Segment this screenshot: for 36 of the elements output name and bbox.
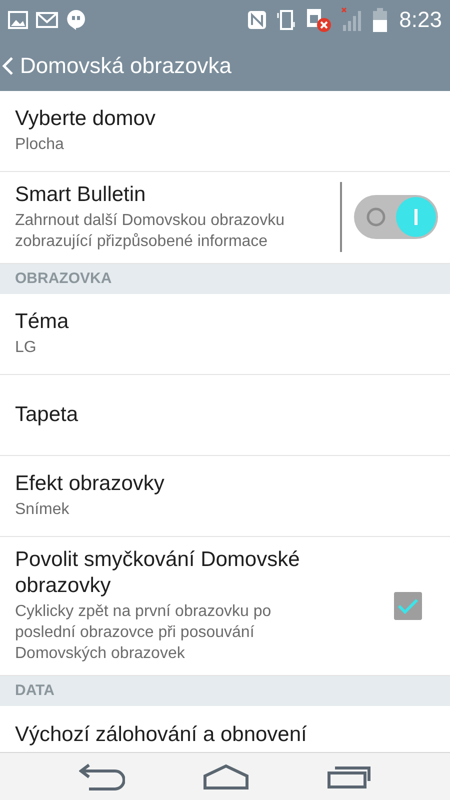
off-circle-icon bbox=[366, 208, 386, 227]
section-title: DATA bbox=[15, 682, 54, 700]
item-title: Smart Bulletin bbox=[15, 182, 147, 208]
chat-bubble-icon bbox=[66, 9, 86, 31]
recent-apps-icon[interactable] bbox=[327, 764, 372, 788]
on-bar-icon bbox=[414, 209, 418, 226]
item-title: Povolit smyčkování Domovské obrazovky bbox=[15, 546, 301, 600]
settings-item[interactable]: Efekt obrazovky Snímek bbox=[0, 456, 450, 537]
clock: 8:23 bbox=[399, 7, 442, 33]
settings-item[interactable]: Vyberte domov Plocha bbox=[0, 91, 450, 172]
item-title: Výchozí zálohování a obnovení bbox=[15, 722, 308, 748]
toggle-switch[interactable] bbox=[354, 195, 438, 240]
checkbox[interactable] bbox=[394, 592, 422, 620]
image-icon bbox=[8, 11, 28, 29]
item-summary: Zahrnout další Domovskou obrazovku zobrazující přizpůsobené informace bbox=[15, 211, 286, 252]
settings-item[interactable]: Téma LG bbox=[0, 294, 450, 375]
back-icon[interactable] bbox=[78, 762, 125, 790]
item-summary: Cyklicky zpět na první obrazovku po poslední obrazovce při posouvání Domovských obrazovek bbox=[15, 602, 272, 664]
home-icon[interactable] bbox=[202, 764, 250, 790]
item-summary: Snímek bbox=[15, 500, 70, 520]
item-title: Efekt obrazovky bbox=[15, 470, 166, 497]
settings-item[interactable]: Smart Bulletin Zahrnout další Domovskou obrazovku zobrazující přizpůsobené informace bbox=[0, 172, 450, 264]
item-title: Vyberte domov bbox=[15, 106, 156, 132]
sim-error-icon bbox=[305, 7, 334, 33]
item-summary: Plocha bbox=[15, 135, 65, 156]
vibrate-icon bbox=[275, 9, 298, 31]
settings-item[interactable]: Tapeta bbox=[0, 374, 450, 456]
section-title: OBRAZOVKA bbox=[15, 270, 112, 288]
nfc-icon bbox=[247, 10, 268, 30]
battery-icon bbox=[373, 8, 388, 32]
item-summary: LG bbox=[15, 338, 38, 358]
mail-icon bbox=[36, 12, 58, 28]
checkmark-icon bbox=[397, 596, 419, 615]
item-title: Téma bbox=[15, 308, 70, 335]
item-title: Tapeta bbox=[15, 402, 80, 428]
chevron-left-icon bbox=[2, 56, 14, 76]
